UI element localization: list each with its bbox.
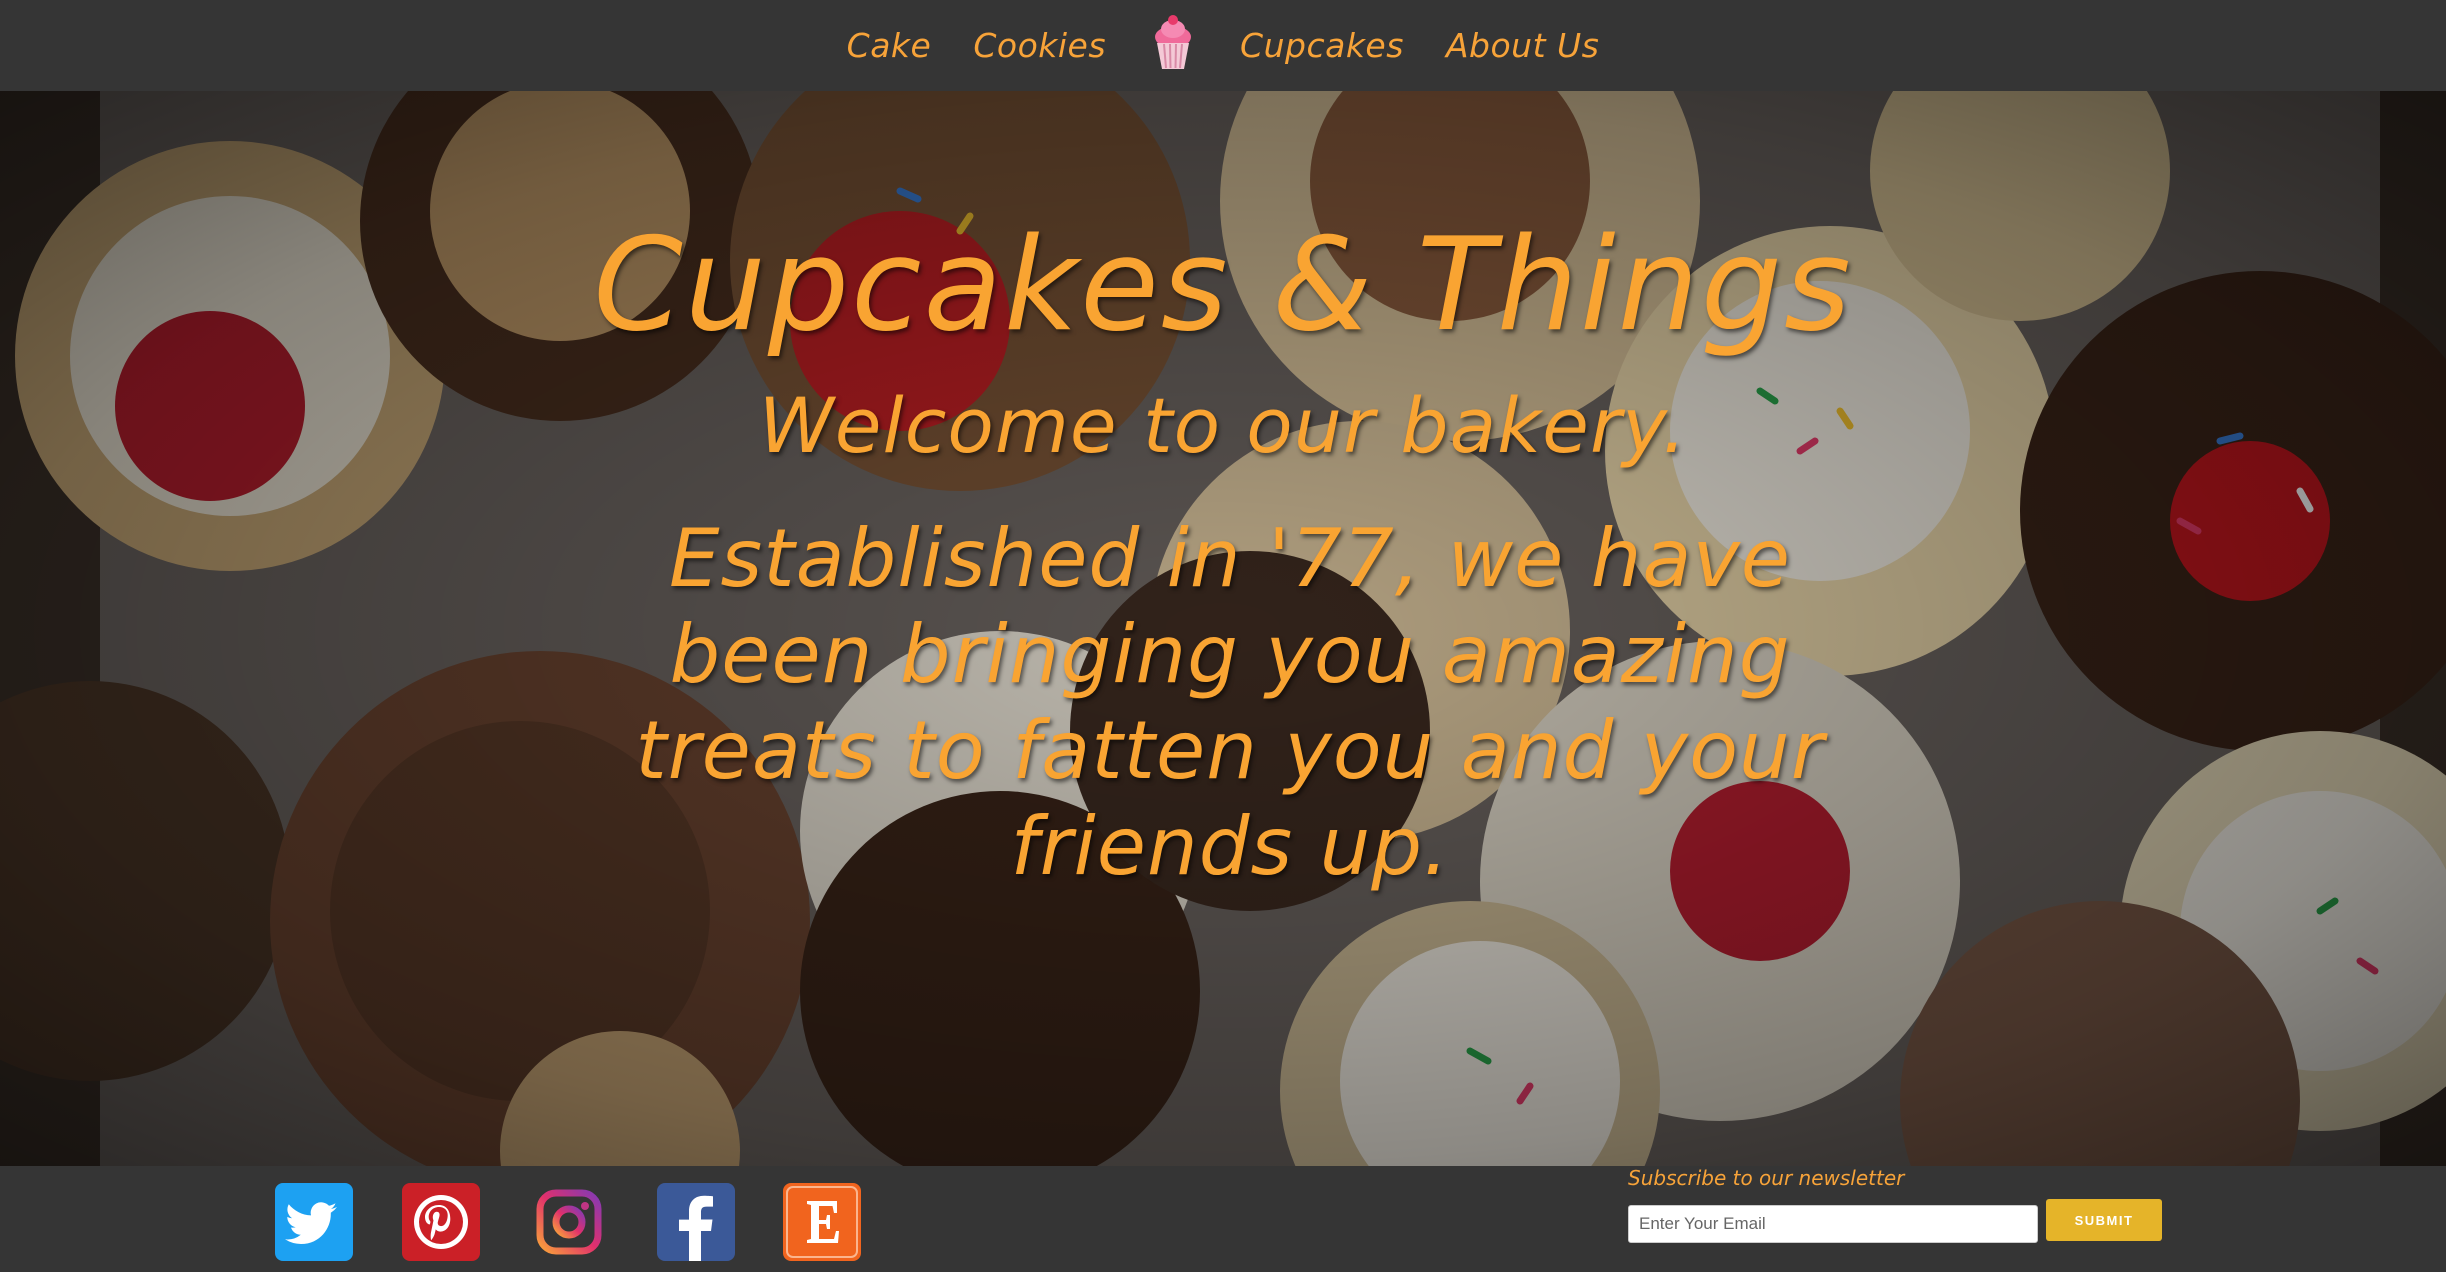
twitter-icon[interactable] [275, 1183, 353, 1261]
nav-link-cupcakes[interactable]: Cupcakes [1238, 26, 1406, 65]
nav-link-about-us[interactable]: About Us [1444, 26, 1601, 65]
hero-description: Established in '77, we have been bringin… [635, 512, 1825, 893]
cupcake-icon[interactable] [1150, 13, 1196, 73]
top-navigation: Cake Cookies Cupcakes About Us [0, 0, 2446, 91]
hero-subtitle: Welcome to our bakery. [758, 381, 1688, 470]
nav-link-cookies[interactable]: Cookies [971, 26, 1108, 65]
hero-banner: Cupcakes & Things Welcome to our bakery.… [0, 91, 2446, 1166]
nav-link-cake[interactable]: Cake [845, 26, 934, 65]
submit-button[interactable]: SUBMIT [2046, 1199, 2162, 1241]
newsletter-label: Subscribe to our newsletter [1628, 1166, 1905, 1190]
facebook-icon[interactable] [657, 1183, 735, 1261]
email-input[interactable] [1628, 1205, 2038, 1243]
pinterest-icon[interactable] [402, 1183, 480, 1261]
etsy-icon[interactable] [783, 1183, 861, 1261]
hero-title: Cupcakes & Things [593, 211, 1853, 360]
instagram-icon[interactable] [530, 1183, 608, 1261]
